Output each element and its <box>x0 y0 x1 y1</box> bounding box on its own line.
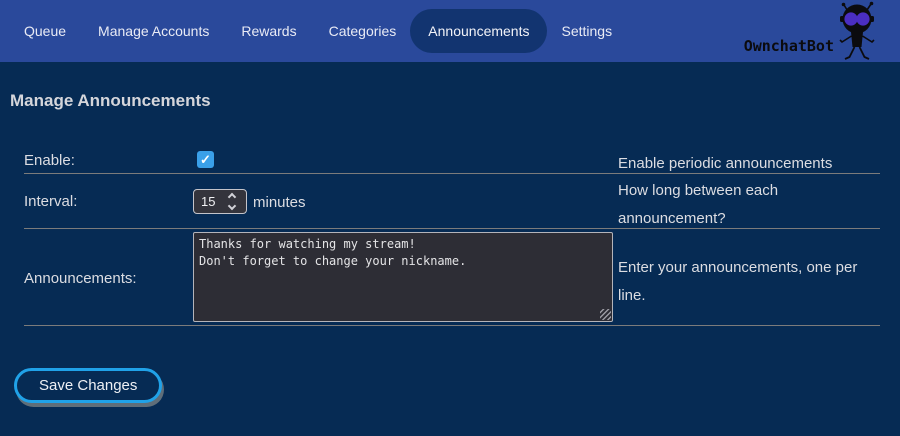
nav-item-settings[interactable]: Settings <box>561 23 612 39</box>
interval-help-text: How long between each announcement? <box>618 177 880 233</box>
announcements-textarea[interactable]: Thanks for watching my stream! Don't for… <box>193 232 613 322</box>
announcements-help-text: Enter your announcements, one per line. <box>618 254 880 310</box>
announcements-label: Announcements: <box>24 270 137 287</box>
brand-logo-text: OwnchatBot <box>744 37 834 55</box>
save-changes-button[interactable]: Save Changes <box>14 368 162 403</box>
app-window: Queue Manage Accounts Rewards Categories… <box>0 0 900 436</box>
chevron-up-icon[interactable] <box>228 193 236 201</box>
nav-item-categories[interactable]: Categories <box>329 23 397 39</box>
interval-unit-label: minutes <box>253 194 306 211</box>
nav-item-queue[interactable]: Queue <box>24 23 66 39</box>
interval-label: Interval: <box>24 193 77 210</box>
nav-item-manage-accounts[interactable]: Manage Accounts <box>98 23 209 39</box>
spinner-stepper[interactable] <box>224 190 240 213</box>
interval-input[interactable] <box>194 190 224 213</box>
interval-input-wrap <box>193 189 247 214</box>
checkmark-icon: ✓ <box>200 153 211 166</box>
textarea-resize-grip[interactable] <box>600 309 611 320</box>
robot-logo-icon <box>828 1 886 61</box>
enable-checkbox[interactable]: ✓ <box>197 151 214 168</box>
enable-label: Enable: <box>24 152 75 169</box>
page-title: Manage Announcements <box>10 91 211 111</box>
row-divider <box>24 228 880 229</box>
nav-item-announcements[interactable]: Announcements <box>410 9 547 53</box>
nav-item-rewards[interactable]: Rewards <box>241 23 296 39</box>
row-divider <box>24 173 880 174</box>
row-divider <box>24 325 880 326</box>
chevron-down-icon[interactable] <box>228 202 236 210</box>
